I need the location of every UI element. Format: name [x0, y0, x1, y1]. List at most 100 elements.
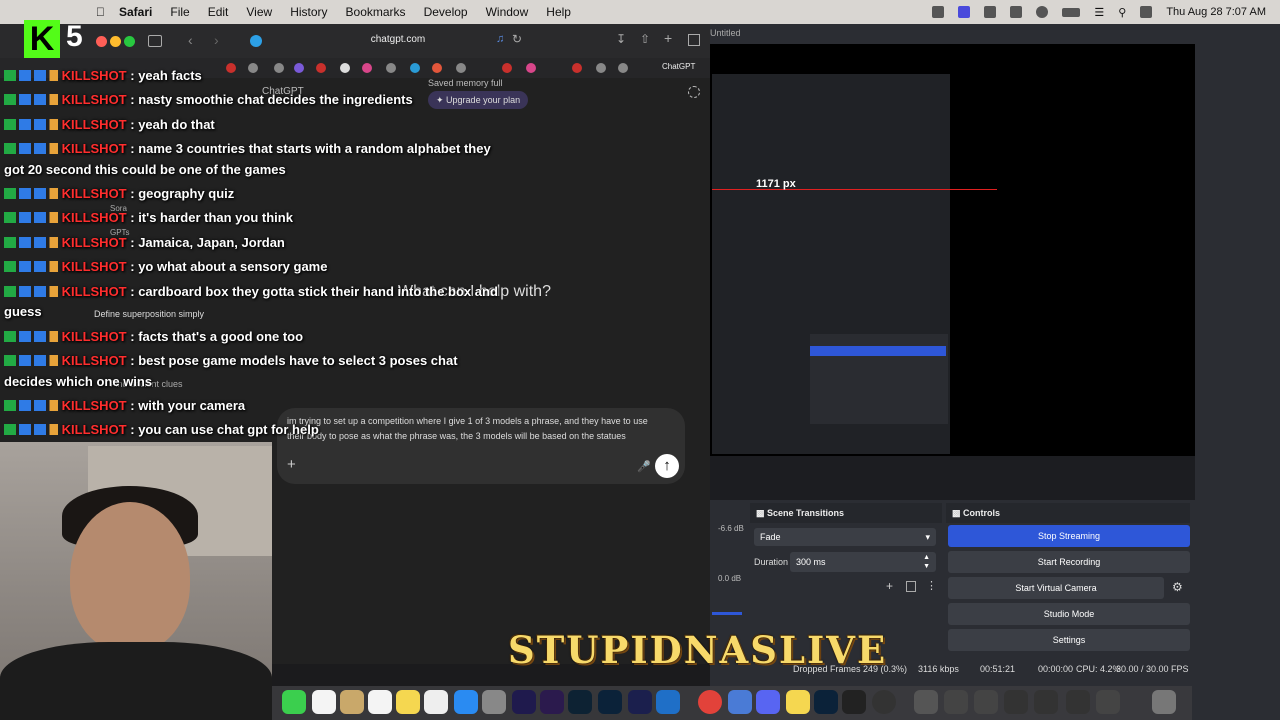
datetime[interactable]: Thu Aug 28 7:07 AM — [1166, 6, 1266, 18]
chat-username[interactable]: KILLSHOT — [62, 141, 127, 156]
chat-username[interactable]: KILLSHOT — [62, 329, 127, 344]
chat-badges-icon — [4, 355, 58, 366]
chat-username[interactable]: KILLSHOT — [62, 117, 127, 132]
fps: 30.00 / 30.00 FPS — [1116, 664, 1189, 674]
obs-window-title: Untitled — [710, 28, 741, 38]
search-icon[interactable]: ⚲ — [1118, 6, 1126, 19]
dropbox-icon[interactable] — [984, 6, 997, 18]
reminders-icon[interactable] — [368, 690, 392, 714]
after-effects-icon[interactable] — [512, 690, 536, 714]
start-recording-button[interactable]: Start Recording — [948, 551, 1190, 573]
status-icon[interactable] — [932, 6, 945, 18]
chat-separator: : — [126, 259, 139, 274]
person-head — [70, 502, 190, 652]
photoshop-2-icon[interactable] — [814, 690, 838, 714]
chat-badges-icon — [4, 400, 58, 411]
chat-message: KILLSHOT : yo what about a sensory game — [4, 259, 327, 274]
audio-slider[interactable] — [712, 612, 742, 615]
chat-separator: : — [126, 284, 139, 299]
record-time: 00:00:00 — [1038, 664, 1074, 674]
add-transition-icon[interactable]: + — [886, 579, 893, 593]
chat-username[interactable]: KILLSHOT — [62, 186, 127, 201]
chat-username[interactable]: KILLSHOT — [62, 284, 127, 299]
chat-text: yeah do that — [138, 117, 215, 132]
chat-separator: : — [126, 68, 139, 83]
microphone-icon[interactable]: 🎤 — [637, 460, 651, 473]
chat-username[interactable]: KILLSHOT — [62, 259, 127, 274]
stream-time: 00:51:21 — [980, 664, 1016, 674]
finder-folder-icon[interactable] — [340, 690, 364, 714]
measure-label: 1171 px — [756, 178, 796, 190]
battery-icon[interactable] — [1062, 7, 1081, 17]
chat-username[interactable]: KILLSHOT — [62, 92, 127, 107]
calendar-icon[interactable] — [312, 690, 336, 714]
chat-badges-icon — [4, 188, 58, 199]
person-shirt — [0, 642, 272, 720]
obs-icon[interactable] — [872, 690, 896, 714]
chat-text: best pose game models have to select 3 p… — [138, 353, 458, 368]
window-thumb-icon[interactable] — [1004, 690, 1028, 714]
settings-button[interactable]: Settings — [948, 629, 1190, 651]
chat-badges-icon — [4, 261, 58, 272]
chat-text: Jamaica, Japan, Jordan — [138, 235, 285, 250]
studio-mode-button[interactable]: Studio Mode — [948, 603, 1190, 625]
window-thumb-icon[interactable] — [1066, 690, 1090, 714]
audio-db-1: -6.6 dB — [718, 524, 744, 533]
chat-text: nasty smoothie chat decides the ingredie… — [138, 92, 413, 107]
trash-icon[interactable] — [1152, 690, 1176, 714]
delete-transition-icon[interactable] — [906, 581, 916, 592]
chat-message: KILLSHOT : facts that's a good one too — [4, 329, 303, 344]
chat-username[interactable]: KILLSHOT — [62, 398, 127, 413]
chat-separator: : — [126, 398, 139, 413]
system-settings-icon[interactable] — [482, 690, 506, 714]
control-center-icon[interactable] — [1140, 6, 1153, 18]
stop-streaming-button[interactable]: Stop Streaming — [948, 525, 1190, 547]
window-thumb-icon[interactable] — [944, 690, 968, 714]
photoshop-icon[interactable] — [598, 690, 622, 714]
window-thumb-icon[interactable] — [1096, 690, 1120, 714]
freeform-icon[interactable] — [424, 690, 448, 714]
transition-value: Fade — [760, 532, 781, 542]
wifi-icon[interactable]: ☰ — [1094, 6, 1104, 19]
chat-badges-icon — [4, 94, 58, 105]
chat-message-continuation: decides which one wins — [4, 374, 153, 389]
transitions-icon: ▩ — [756, 508, 765, 518]
notes-app-icon[interactable] — [786, 690, 810, 714]
chat-message-continuation: guess — [4, 304, 42, 319]
send-button[interactable]: ↑ — [655, 454, 679, 478]
more-options-icon[interactable]: ⋮ — [926, 579, 937, 592]
chrome-icon[interactable] — [698, 690, 722, 714]
chat-username[interactable]: KILLSHOT — [62, 235, 127, 250]
play-icon[interactable] — [1036, 6, 1049, 18]
display-icon[interactable] — [1010, 6, 1023, 18]
chat-badges-icon — [4, 424, 58, 435]
terminal-icon[interactable] — [842, 690, 866, 714]
window-thumb-icon[interactable] — [914, 690, 938, 714]
window-thumb-icon[interactable] — [1034, 690, 1058, 714]
chat-username[interactable]: KILLSHOT — [62, 210, 127, 225]
notes-icon[interactable] — [396, 690, 420, 714]
chat-username[interactable]: KILLSHOT — [62, 422, 127, 437]
chat-message: KILLSHOT : with your camera — [4, 398, 245, 413]
messages-icon[interactable] — [282, 690, 306, 714]
start-virtual-camera-button[interactable]: Start Virtual Camera — [948, 577, 1164, 599]
chat-username[interactable]: KILLSHOT — [62, 68, 127, 83]
virtual-camera-settings-icon[interactable]: ⚙ — [1172, 580, 1183, 594]
duration-stepper[interactable]: 300 ms ▲ ▼ — [790, 552, 936, 572]
webcam-feed — [0, 442, 272, 720]
transition-select[interactable]: Fade ▾ — [754, 528, 936, 546]
premiere-icon[interactable] — [540, 690, 564, 714]
screen-icon[interactable] — [958, 6, 971, 18]
app-store-icon[interactable] — [454, 690, 478, 714]
chat-text: with your camera — [138, 398, 246, 413]
lightroom-icon[interactable] — [568, 690, 592, 714]
media-encoder-icon[interactable] — [628, 690, 652, 714]
attach-plus-icon[interactable]: + — [287, 456, 296, 473]
chat-separator: : — [126, 141, 139, 156]
discord-icon[interactable] — [756, 690, 780, 714]
preview-icon[interactable] — [728, 690, 752, 714]
nested-stop-button — [810, 346, 946, 356]
window-thumb-icon[interactable] — [974, 690, 998, 714]
vscode-icon[interactable] — [656, 690, 680, 714]
chat-username[interactable]: KILLSHOT — [62, 353, 127, 368]
